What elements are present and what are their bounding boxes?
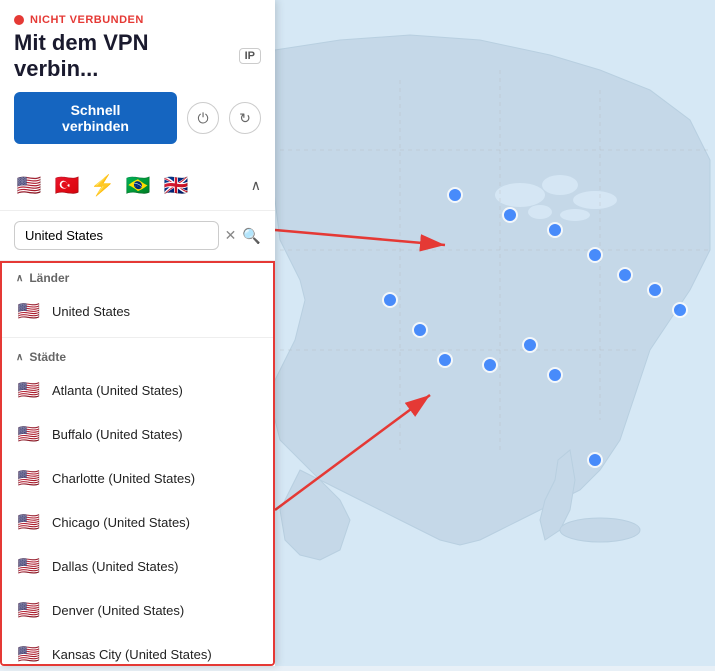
- denver-label: Denver (United States): [52, 603, 184, 618]
- flag-denver: 🇺🇸: [16, 597, 42, 623]
- app-title-row: Mit dem VPN verbin... IP: [14, 30, 261, 82]
- recent-flags-row: 🇺🇸 🇹🇷 ⚡ 🇧🇷 🇬🇧 ∧: [0, 164, 275, 211]
- atlanta-label: Atlanta (United States): [52, 383, 183, 398]
- connection-status: NICHT VERBUNDEN: [14, 14, 261, 26]
- countries-section-header: ∧ Länder: [2, 263, 273, 289]
- list-item[interactable]: 🇺🇸 Buffalo (United States): [2, 412, 273, 456]
- search-icon[interactable]: 🔍: [242, 227, 261, 245]
- quick-connect-button[interactable]: Schnell verbinden: [14, 92, 177, 144]
- divider: [2, 337, 273, 338]
- status-dot: [14, 15, 24, 25]
- lightning-icon[interactable]: ⚡: [90, 173, 115, 198]
- search-row: ✕ 🔍: [0, 211, 275, 261]
- list-item[interactable]: 🇺🇸 Charlotte (United States): [2, 456, 273, 500]
- br-flag-recent[interactable]: 🇧🇷: [123, 170, 153, 200]
- search-results-list: ∧ Länder 🇺🇸 United States ∧ Städte 🇺🇸 At…: [0, 261, 275, 666]
- search-input[interactable]: [14, 221, 219, 250]
- buffalo-label: Buffalo (United States): [52, 427, 183, 442]
- status-text: NICHT VERBUNDEN: [30, 14, 144, 26]
- refresh-button[interactable]: ↻: [229, 102, 261, 134]
- us-flag-recent[interactable]: 🇺🇸: [14, 170, 44, 200]
- cities-section-header: ∧ Städte: [2, 342, 273, 368]
- list-item[interactable]: 🇺🇸 Dallas (United States): [2, 544, 273, 588]
- list-item[interactable]: 🇺🇸 Denver (United States): [2, 588, 273, 632]
- app-header: NICHT VERBUNDEN Mit dem VPN verbin... IP…: [0, 0, 275, 164]
- cities-label: Städte: [29, 350, 66, 364]
- us-flag-item: 🇺🇸: [16, 298, 42, 324]
- flag-charlotte: 🇺🇸: [16, 465, 42, 491]
- connect-row: Schnell verbinden ⏻ ↻: [14, 92, 261, 144]
- flag-dallas: 🇺🇸: [16, 553, 42, 579]
- chicago-label: Chicago (United States): [52, 515, 190, 530]
- chevron-icon-cities: ∧: [16, 352, 23, 363]
- list-item[interactable]: 🇺🇸 Chicago (United States): [2, 500, 273, 544]
- gb-flag-recent[interactable]: 🇬🇧: [161, 170, 191, 200]
- power-button[interactable]: ⏻: [187, 102, 219, 134]
- flag-atlanta: 🇺🇸: [16, 377, 42, 403]
- list-item[interactable]: 🇺🇸 United States: [2, 289, 273, 333]
- us-country-label: United States: [52, 304, 130, 319]
- list-item[interactable]: 🇺🇸 Atlanta (United States): [2, 368, 273, 412]
- charlotte-label: Charlotte (United States): [52, 471, 195, 486]
- app-title-text: Mit dem VPN verbin...: [14, 30, 231, 82]
- sidebar-panel: NICHT VERBUNDEN Mit dem VPN verbin... IP…: [0, 0, 275, 666]
- flag-chicago: 🇺🇸: [16, 509, 42, 535]
- kansas-city-label: Kansas City (United States): [52, 647, 212, 662]
- dallas-label: Dallas (United States): [52, 559, 178, 574]
- clear-search-icon[interactable]: ✕: [225, 227, 237, 244]
- tr-flag-recent[interactable]: 🇹🇷: [52, 170, 82, 200]
- list-item[interactable]: 🇺🇸 Kansas City (United States): [2, 632, 273, 666]
- countries-label: Länder: [29, 271, 69, 285]
- flag-buffalo: 🇺🇸: [16, 421, 42, 447]
- chevron-icon: ∧: [16, 273, 23, 284]
- chevron-up-icon[interactable]: ∧: [251, 177, 261, 194]
- flag-kansas-city: 🇺🇸: [16, 641, 42, 666]
- ip-badge[interactable]: IP: [239, 48, 261, 64]
